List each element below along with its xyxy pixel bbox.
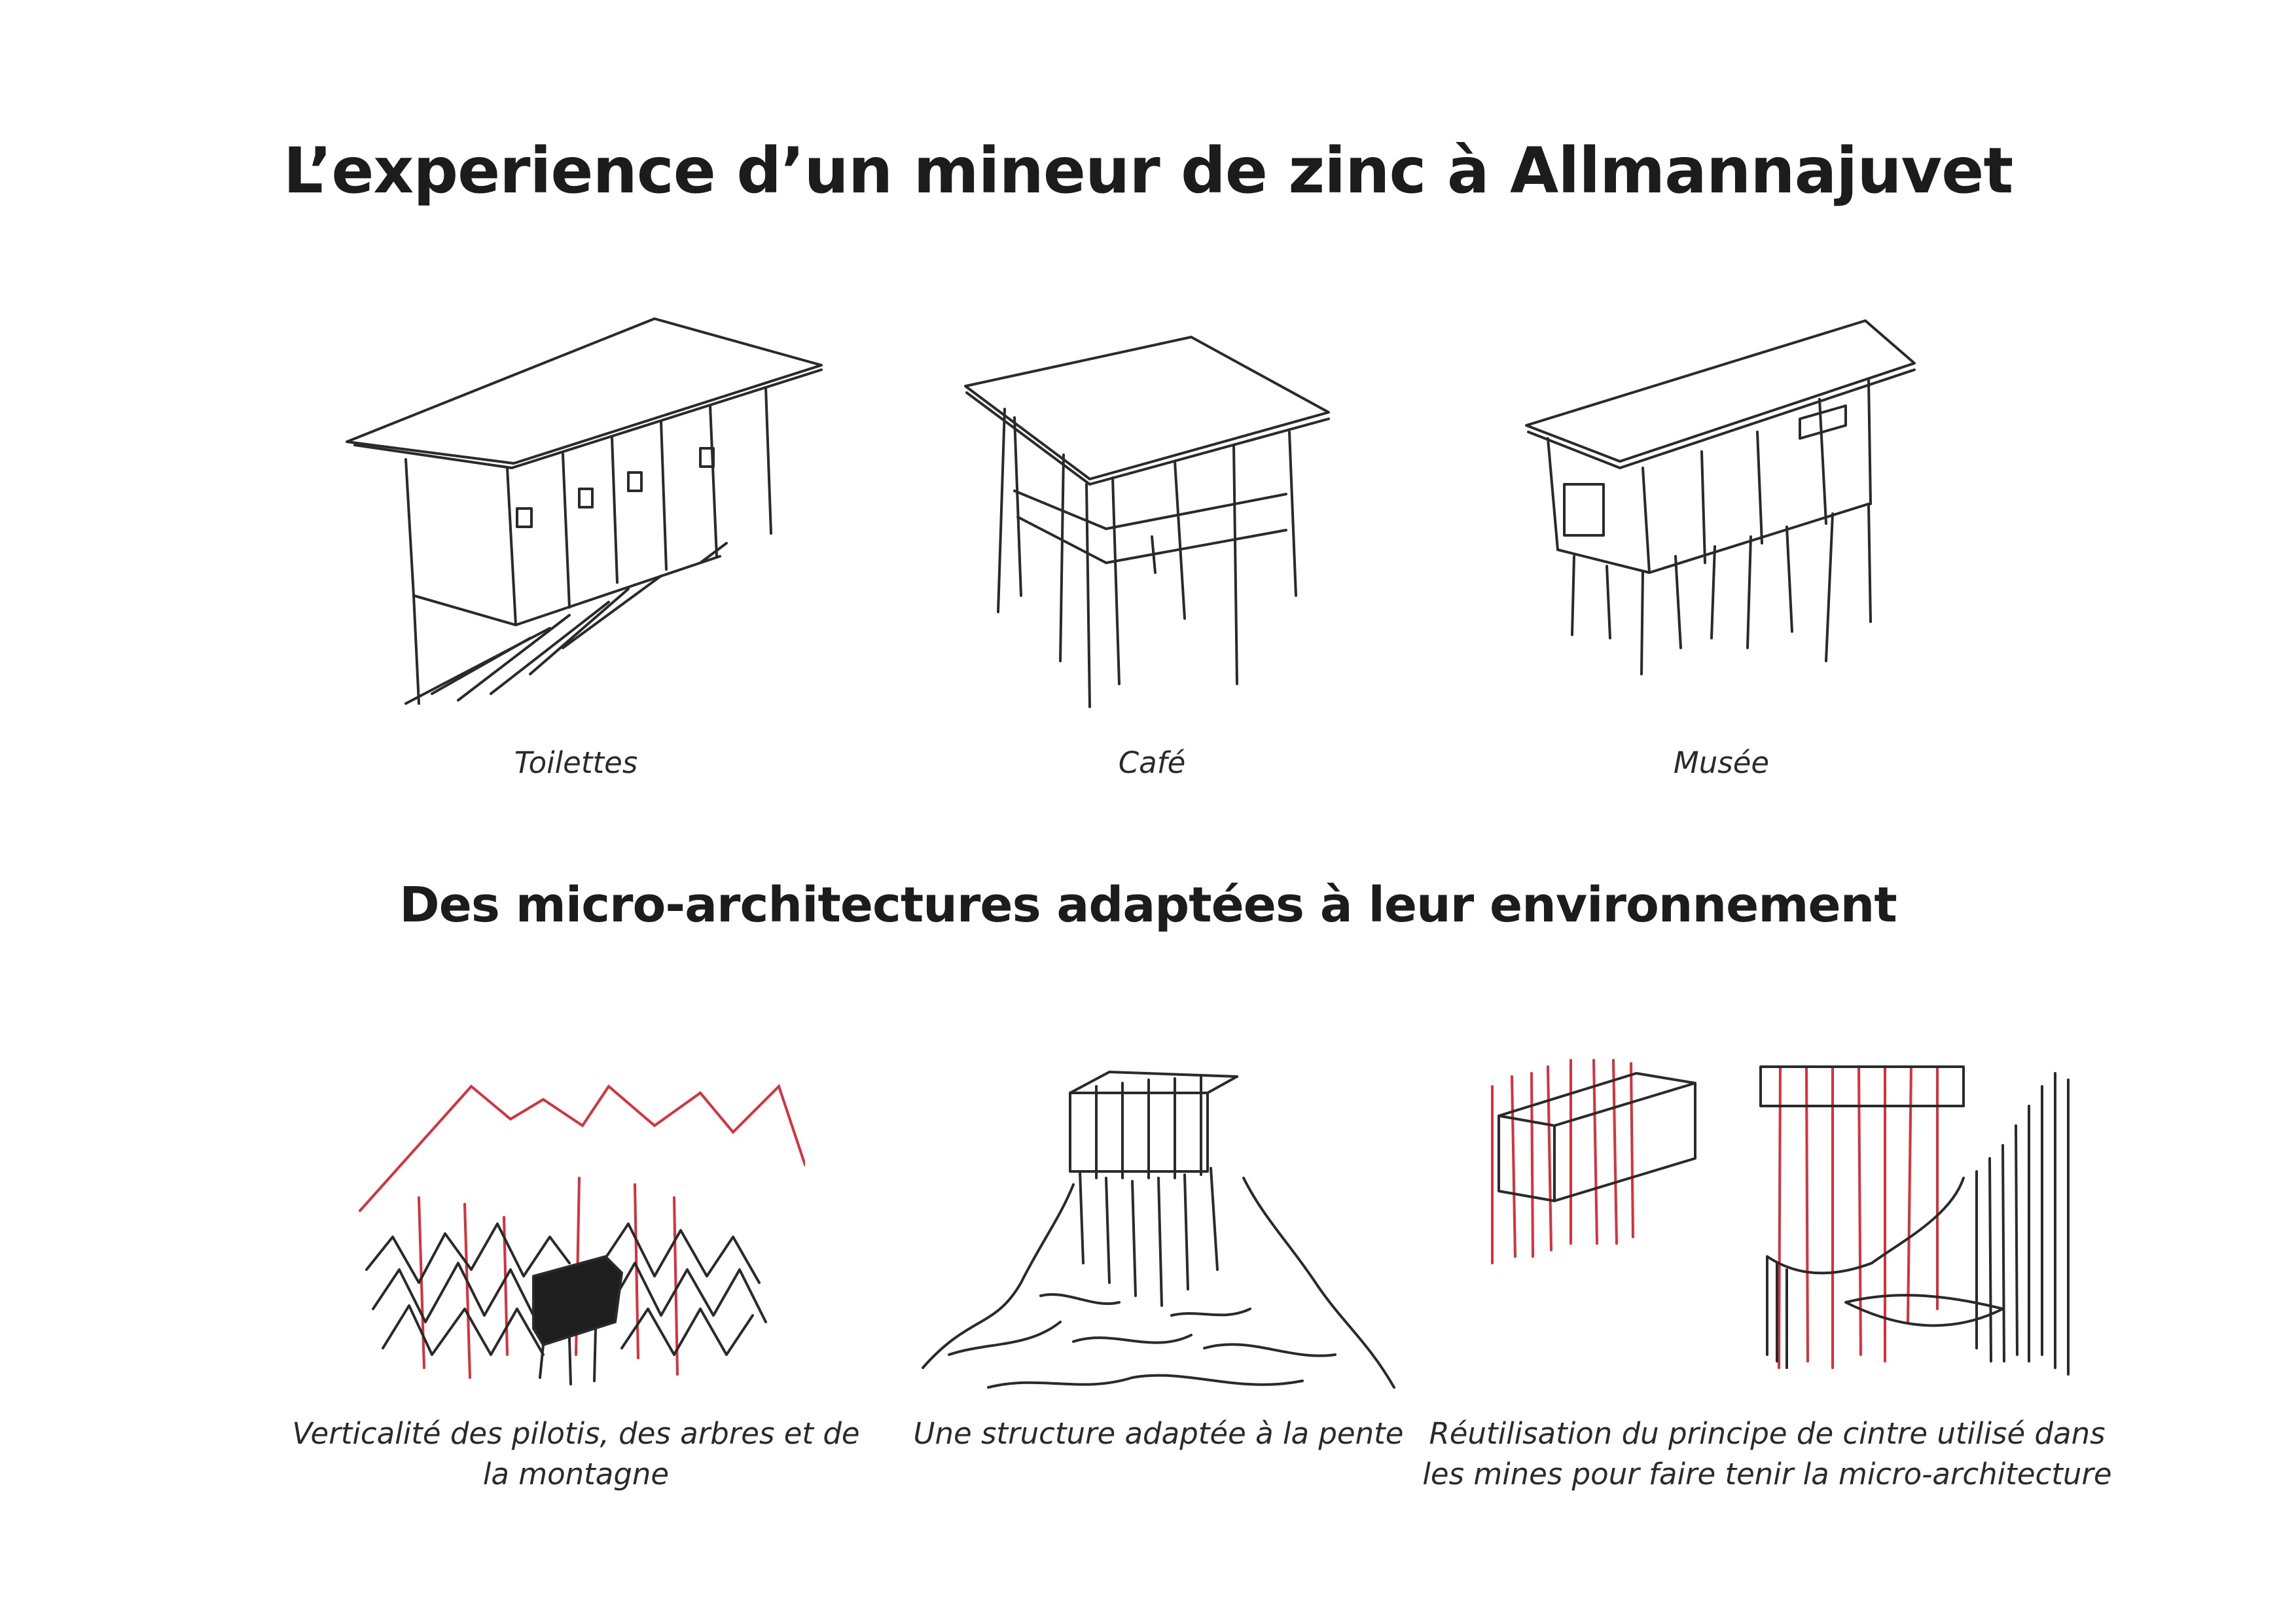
- caption-cintre-line2: les mines pour faire tenir la micro-arch…: [1422, 1457, 2112, 1491]
- caption-verticalite: Verticalité des pilotis, des arbres et d…: [281, 1414, 870, 1495]
- caption-cafe: Café: [1118, 745, 1186, 780]
- caption-toilettes: Toilettes: [514, 745, 638, 780]
- sketch-cafe: [956, 321, 1348, 713]
- caption-verticalite-line2: la montagne: [482, 1457, 670, 1491]
- section-title: Des micro-architectures adaptées à leur …: [399, 877, 1897, 933]
- sketch-pente: [910, 1047, 1407, 1414]
- sketch-toilettes: [334, 308, 844, 713]
- caption-cintre: Réutilisation du principe de cintre util…: [1401, 1414, 2134, 1495]
- sketch-musee: [1512, 308, 1931, 700]
- caption-cintre-line1: Réutilisation du principe de cintre util…: [1429, 1416, 2106, 1451]
- caption-verticalite-line1: Verticalité des pilotis, des arbres et d…: [292, 1416, 860, 1451]
- caption-pente: Une structure adaptée à la pente: [857, 1414, 1460, 1454]
- caption-musee: Musée: [1673, 745, 1770, 780]
- caption-pente-line1: Une structure adaptée à la pente: [913, 1416, 1404, 1451]
- sketch-cintre: [1479, 1047, 2094, 1387]
- page-title: L’experience d’un mineur de zinc à Allma…: [283, 134, 2013, 207]
- sketch-verticalite: [347, 1047, 805, 1387]
